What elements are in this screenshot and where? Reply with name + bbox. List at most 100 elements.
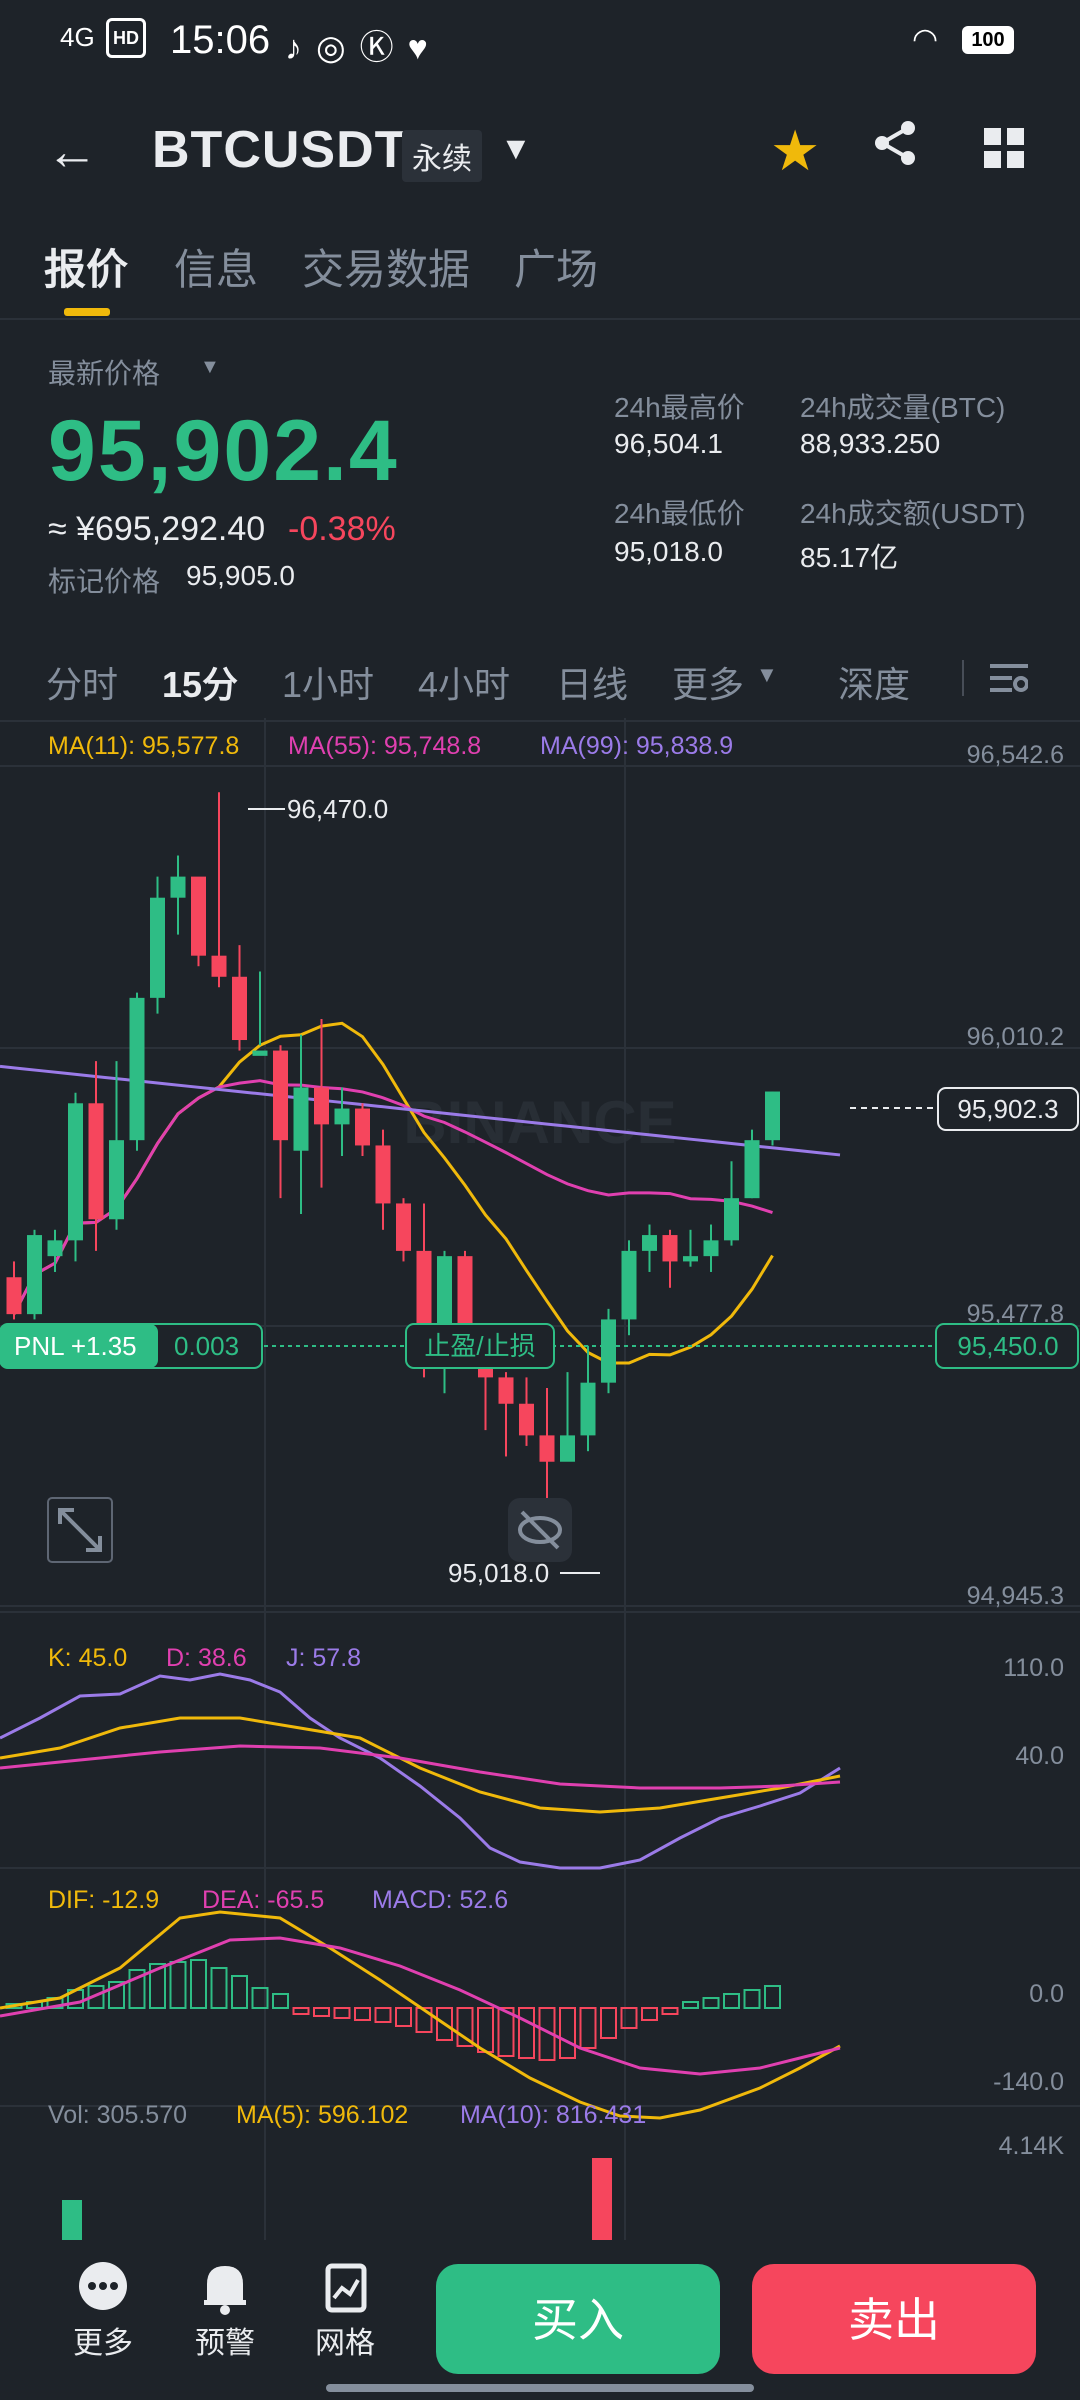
candle-body [68,1103,83,1241]
candle-body [703,1240,719,1257]
bottom-nav-label: 预警 [195,2327,255,2360]
tab-info[interactable]: 信息 [174,236,258,297]
mark-price: 95,905.0 [186,560,295,591]
kdj-d-legend: D: 38.6 [166,1644,247,1672]
interval-daily[interactable]: 日线 [556,656,628,708]
high-price-label: 96,470.0 [287,794,388,824]
depth-tab[interactable]: 深度 [838,656,910,708]
interval-1h[interactable]: 1小时 [282,656,374,708]
current-price-value: 95,902.3 [957,1094,1058,1124]
candle-body [498,1377,514,1404]
price-type-dropdown-icon[interactable]: ▼ [200,356,220,379]
candle-body [47,1240,63,1257]
entry-price-value: 95,450.0 [957,1331,1058,1361]
interval-4h[interactable]: 4小时 [418,656,510,708]
grid-strategy-icon [325,2263,367,2313]
battery-indicator: 100 [962,26,1014,54]
candle-body [170,876,186,898]
y-tick: 96,010.2 [967,1023,1064,1051]
pnl-tag[interactable]: PNL +1.35 0.003 [0,1323,263,1369]
macd-bar [272,1993,289,2009]
interval-more-caret-icon[interactable]: ▼ [756,662,778,688]
home-indicator[interactable] [326,2384,754,2392]
candle-body [232,976,247,1041]
divider [0,318,1080,320]
volume-bar [592,2158,612,2240]
bottom-nav-label: 更多 [73,2327,133,2360]
candle-body [519,1403,534,1436]
back-arrow-icon[interactable]: ← [46,122,98,182]
symbol-title[interactable]: BTCUSDT [152,120,407,180]
candle-body [744,1140,760,1199]
chart-settings-icon[interactable] [990,662,1028,696]
candle-body [273,1050,288,1141]
tab-quote[interactable]: 报价 [44,236,128,297]
vol-ma5-legend: MA(5): 596.102 [236,2101,408,2129]
vol-btc-value: 88,933.250 [800,428,941,459]
candle-body [437,1256,452,1330]
vol-usdt-value: 85.17亿 [800,542,899,573]
pnl-value: PNL +1.35 [14,1331,137,1361]
macd-bar [641,2007,658,2021]
share-icon[interactable] [872,120,918,166]
candle-body [252,1050,268,1056]
vol-btc-label: 24h成交量(BTC) [800,392,1006,423]
candle-body [539,1435,555,1462]
candle-body [724,1198,739,1241]
bottom-nav-grid[interactable]: 网格 [300,2260,390,2362]
sell-button[interactable]: 卖出 [752,2264,1036,2374]
low-value: 95,018.0 [614,536,723,567]
change-percent: -0.38% [288,510,396,548]
kdj-k-legend: K: 45.0 [48,1644,127,1672]
macd-bar [477,2007,494,2053]
macd-bar [210,1967,228,2009]
kline-chart[interactable]: BINANCE MA(11): 95,577.8 MA(55): 95,748.… [0,718,1080,2240]
macd-dea-legend: DEA: -65.5 [202,1886,324,1914]
tab-trading-data[interactable]: 交易数据 [302,236,470,297]
kdj-y-tick: 110.0 [1003,1654,1064,1682]
buy-button[interactable]: 买入 [436,2264,720,2374]
macd-bar [231,1975,248,2009]
macd-bar [682,2001,699,2009]
favorite-star-icon[interactable]: ★ [770,118,820,184]
bottom-nav-more[interactable]: 更多 [58,2260,148,2362]
layout-grid-icon[interactable] [984,128,1024,168]
candle-body [293,1087,309,1151]
last-price: 95,902.4 [48,403,399,499]
candles [6,792,780,1558]
latest-price-label[interactable]: 最新价格 [48,352,160,392]
candle-body [560,1435,575,1462]
low-price-label: 95,018.0 [448,1558,549,1588]
high-label: 24h最高价 [614,392,745,423]
active-tab-indicator [64,308,110,316]
candle-body [314,1087,329,1125]
candle-body [355,1108,370,1146]
hide-eye-icon[interactable] [508,1498,572,1562]
tab-square[interactable]: 广场 [514,236,598,297]
clock: 15:06 [170,18,271,62]
bottom-nav-label: 网格 [315,2327,375,2360]
candle-body [580,1382,596,1436]
macd-bar [559,2007,576,2059]
candle-body [642,1235,657,1251]
notification-icons: ♪◎Ⓚ♥ [285,29,442,67]
divider [962,660,964,696]
interval-more[interactable]: 更多 [672,656,744,708]
macd-bar [579,2007,597,2049]
wifi-icon: ◠ [912,23,939,56]
macd-macd-legend: MACD: 52.6 [372,1886,508,1914]
fullscreen-expand-icon[interactable] [47,1497,113,1563]
interval-time-sharing[interactable]: 分时 [46,656,118,708]
high-value: 96,504.1 [614,428,723,459]
macd-y-tick: -140.0 [993,2068,1064,2096]
bottom-nav-alert[interactable]: 预警 [180,2260,270,2362]
vol-legend: Vol: 305.570 [48,2101,187,2129]
tpsl-button[interactable]: 止盈/止损 [405,1323,555,1369]
macd-bar [292,2007,310,2015]
candle-body [601,1319,616,1383]
candle-body [375,1145,391,1204]
interval-15m[interactable]: 15分 [162,656,238,708]
cny-price: ≈ ¥695,292.40 [48,510,266,548]
vol-y-tick: 4.14K [999,2132,1065,2160]
symbol-dropdown-icon[interactable]: ▼ [500,130,532,167]
